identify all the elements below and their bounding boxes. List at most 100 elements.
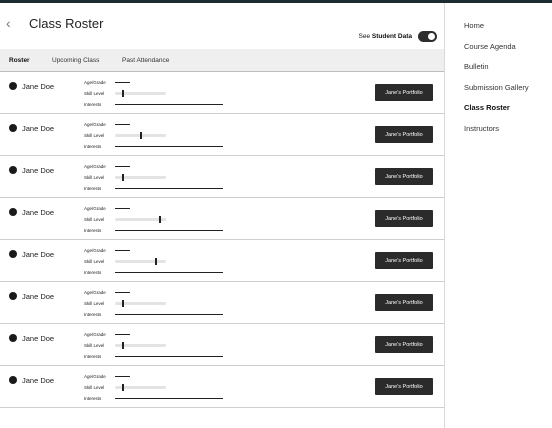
age-grade-field[interactable] [115,208,130,209]
age-grade-label: Age/Grade [84,248,106,253]
age-grade-field[interactable] [115,334,130,335]
roster-list: Jane Doe Age/Grade Skill Level Interests Jan… [0,72,444,408]
table-row: Jane Doe Age/Grade Skill Level Interests Jan… [0,240,444,282]
age-grade-label: Age/Grade [84,290,106,295]
sidebar-item-course-agenda[interactable]: Course Agenda [464,42,516,51]
interests-field[interactable] [115,188,223,189]
age-grade-label: Age/Grade [84,374,106,379]
slider-thumb[interactable] [122,384,124,391]
avatar [9,292,17,300]
interests-field[interactable] [115,146,223,147]
age-grade-label: Age/Grade [84,80,106,85]
avatar [9,82,17,90]
sidebar-item-instructors[interactable]: Instructors [464,124,499,133]
portfolio-button[interactable]: Jane's Portfolio [375,210,433,227]
table-row: Jane Doe Age/Grade Skill Level Interests Jan… [0,156,444,198]
skill-level-label: Skill Level [84,91,105,96]
slider-thumb[interactable] [155,258,157,265]
table-row: Jane Doe Age/Grade Skill Level Interests Jan… [0,114,444,156]
student-name: Jane Doe [22,334,55,343]
sidebar-item-home[interactable]: Home [464,21,484,30]
portfolio-button[interactable]: Jane's Portfolio [375,84,433,101]
sidebar-item-bulletin[interactable]: Bulletin [464,62,489,71]
skill-level-label: Skill Level [84,133,105,138]
age-grade-field[interactable] [115,124,130,125]
interests-label: Interests [84,354,102,359]
student-name: Jane Doe [22,82,55,91]
age-grade-field[interactable] [115,250,130,251]
interests-field[interactable] [115,398,223,399]
avatar [9,208,17,216]
student-data-toggle[interactable] [418,31,437,42]
portfolio-button[interactable]: Jane's Portfolio [375,336,433,353]
avatar [9,250,17,258]
slider-thumb[interactable] [122,300,124,307]
student-name: Jane Doe [22,376,55,385]
student-name: Jane Doe [22,208,55,217]
student-name: Jane Doe [22,166,55,175]
main-panel: ‹ Class Roster See Student Data Roster U… [0,3,444,428]
slider-thumb[interactable] [159,216,161,223]
sidebar-item-class-roster[interactable]: Class Roster [464,103,510,112]
portfolio-button[interactable]: Jane's Portfolio [375,252,433,269]
sidebar-item-submission-gallery[interactable]: Submission Gallery [464,83,529,92]
interests-field[interactable] [115,356,223,357]
table-row: Jane Doe Age/Grade Skill Level Interests Jan… [0,72,444,114]
skill-level-slider[interactable] [115,216,166,223]
skill-level-slider[interactable] [115,132,166,139]
skill-level-label: Skill Level [84,343,105,348]
portfolio-button[interactable]: Jane's Portfolio [375,294,433,311]
table-row: Jane Doe Age/Grade Skill Level Interests Jan… [0,282,444,324]
portfolio-button[interactable]: Jane's Portfolio [375,378,433,395]
slider-thumb[interactable] [122,90,124,97]
student-name: Jane Doe [22,292,55,301]
see-prefix: See [358,33,372,40]
tab-upcoming-class[interactable]: Upcoming Class [52,57,99,64]
age-grade-label: Age/Grade [84,206,106,211]
tab-roster[interactable]: Roster [9,57,30,64]
see-bold: Student Data [371,33,412,40]
age-grade-label: Age/Grade [84,164,106,169]
age-grade-field[interactable] [115,82,130,83]
skill-level-slider[interactable] [115,342,166,349]
skill-level-label: Skill Level [84,301,105,306]
skill-level-slider[interactable] [115,174,166,181]
page-title: Class Roster [29,16,104,31]
interests-field[interactable] [115,314,223,315]
interests-field[interactable] [115,104,223,105]
age-grade-field[interactable] [115,292,130,293]
student-name: Jane Doe [22,250,55,259]
portfolio-button[interactable]: Jane's Portfolio [375,126,433,143]
avatar [9,166,17,174]
table-row: Jane Doe Age/Grade Skill Level Interests Jan… [0,366,444,408]
interests-label: Interests [84,270,102,275]
avatar [9,376,17,384]
sidebar: Home Course Agenda Bulletin Submission G… [445,3,552,428]
skill-level-label: Skill Level [84,385,105,390]
portfolio-button[interactable]: Jane's Portfolio [375,168,433,185]
age-grade-field[interactable] [115,166,130,167]
toggle-knob [428,33,435,40]
skill-level-label: Skill Level [84,259,105,264]
skill-level-slider[interactable] [115,384,166,391]
slider-thumb[interactable] [122,342,124,349]
chevron-left-icon[interactable]: ‹ [6,15,11,31]
skill-level-slider[interactable] [115,258,166,265]
interests-label: Interests [84,312,102,317]
interests-field[interactable] [115,230,223,231]
interests-label: Interests [84,144,102,149]
see-student-data-label: See Student Data [359,33,412,40]
age-grade-label: Age/Grade [84,332,106,337]
student-name: Jane Doe [22,124,55,133]
age-grade-label: Age/Grade [84,122,106,127]
slider-thumb[interactable] [140,132,142,139]
interests-field[interactable] [115,272,223,273]
skill-level-slider[interactable] [115,300,166,307]
slider-thumb[interactable] [122,174,124,181]
age-grade-field[interactable] [115,376,130,377]
interests-label: Interests [84,228,102,233]
avatar [9,334,17,342]
skill-level-slider[interactable] [115,90,166,97]
table-row: Jane Doe Age/Grade Skill Level Interests Jan… [0,198,444,240]
tab-past-attendance[interactable]: Past Attendance [122,57,169,64]
